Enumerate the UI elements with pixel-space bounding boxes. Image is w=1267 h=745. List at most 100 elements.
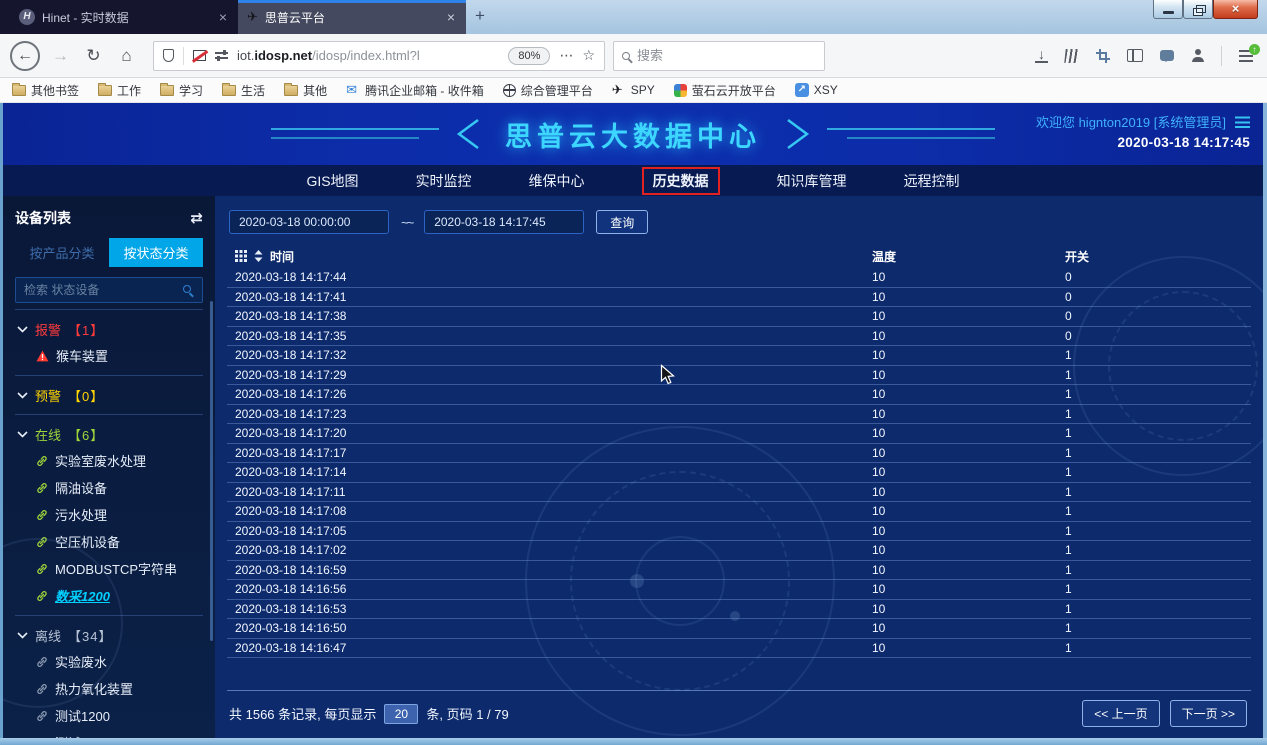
bookmark-item[interactable]: 腾讯企业邮箱 - 收件箱 (346, 82, 484, 99)
bookmark-item[interactable]: 学习 (160, 82, 203, 99)
device-tree-row[interactable]: 离线 【34】 (15, 615, 203, 648)
cell-temperature: 10 (872, 407, 1065, 421)
sidebar-tab[interactable]: 按状态分类 (109, 238, 203, 267)
tab-favicon (19, 9, 35, 25)
table-row: 2020-03-18 14:17:44 10 0 (227, 268, 1251, 288)
cell-temperature: 10 (872, 270, 1065, 284)
tab-close-icon[interactable]: × (445, 9, 457, 25)
device-tree-row[interactable]: 报警 【1】 (15, 309, 203, 342)
cell-switch: 0 (1065, 270, 1251, 284)
grid-view-icon[interactable] (235, 250, 247, 262)
device-tree-row[interactable]: 实验室废水处理 (15, 447, 203, 474)
search-input[interactable] (637, 48, 816, 63)
device-tree-row[interactable]: 隔油设备 (15, 474, 203, 501)
menu-icon[interactable] (1239, 50, 1253, 62)
device-tree-row[interactable]: 预警 【0】 (15, 375, 203, 408)
forward-button[interactable]: → (48, 46, 73, 66)
bookmark-star-icon[interactable]: ☆ (582, 47, 595, 64)
link-icon (36, 536, 48, 548)
sort-icon[interactable] (254, 250, 263, 262)
device-label: 测试1200 (55, 706, 110, 725)
bookmark-item[interactable]: 生活 (222, 82, 265, 99)
query-button[interactable]: 查询 (596, 210, 648, 234)
next-page-button[interactable]: 下一页 >> (1170, 700, 1247, 727)
search-icon[interactable] (183, 285, 191, 293)
browser-tab[interactable]: 思普云平台 × (238, 0, 466, 34)
bookmark-label: 工作 (117, 82, 141, 99)
sidebars-icon[interactable] (1127, 49, 1143, 62)
reload-button[interactable]: ↻ (81, 46, 106, 66)
table-row: 2020-03-18 14:17:29 10 1 (227, 366, 1251, 386)
device-tree-row[interactable]: 测试1200 (15, 702, 203, 729)
minimize-button[interactable] (1153, 0, 1183, 19)
bookmark-item[interactable]: XSY (795, 83, 838, 97)
tracking-shield-icon[interactable] (163, 49, 174, 62)
column-label-time: 时间 (270, 248, 294, 265)
zoom-level-badge[interactable]: 80% (508, 47, 550, 65)
nav-tab[interactable]: 历史数据 (642, 167, 720, 195)
page-actions-icon[interactable]: ⋯ (559, 47, 573, 64)
nav-tab[interactable]: GIS地图 (306, 171, 358, 191)
cell-temperature: 10 (872, 563, 1065, 577)
device-tree-row[interactable]: 数采1200 (15, 582, 203, 609)
bookmark-label: XSY (814, 83, 838, 97)
sidebar-scrollbar[interactable] (210, 301, 213, 641)
permissions-icon[interactable] (215, 50, 228, 61)
nav-tab[interactable]: 远程控制 (904, 171, 960, 191)
nav-tab[interactable]: 维保中心 (529, 171, 585, 191)
bookmark-item[interactable]: 其他书签 (12, 82, 79, 99)
device-tree-row[interactable]: 猴车装置 (15, 342, 203, 369)
restore-button[interactable] (1183, 0, 1213, 19)
search-bar[interactable] (613, 41, 825, 71)
sidebar-tab[interactable]: 按产品分类 (15, 238, 109, 267)
device-tree-row[interactable]: MODBUSTCP字符串 (15, 555, 203, 582)
back-button[interactable]: ← (10, 41, 40, 71)
device-label: MODBUSTCP字符串 (55, 559, 177, 578)
bookmark-item[interactable]: 工作 (98, 82, 141, 99)
home-button[interactable]: ⌂ (114, 46, 139, 66)
screenshot-icon[interactable] (1096, 49, 1110, 63)
link-icon (36, 482, 48, 494)
device-tree-row[interactable]: 热力氧化装置 (15, 675, 203, 702)
bookmark-item[interactable]: 综合管理平台 (503, 82, 593, 99)
toolbar-icons: ↓ (1035, 46, 1257, 66)
device-tree-row[interactable]: 污水处理 (15, 501, 203, 528)
cell-temperature: 10 (872, 504, 1065, 518)
prev-page-button[interactable]: << 上一页 (1082, 700, 1159, 727)
cell-time: 2020-03-18 14:17:32 (227, 348, 872, 362)
cell-switch: 1 (1065, 387, 1251, 401)
device-tree-row[interactable]: 测试200 (15, 729, 203, 738)
device-search-input[interactable] (15, 277, 203, 303)
device-tree-row[interactable]: 实验废水 (15, 648, 203, 675)
end-datetime-input[interactable] (424, 210, 584, 234)
library-icon[interactable] (1064, 49, 1079, 63)
device-tree-row[interactable]: 空压机设备 (15, 528, 203, 555)
downloads-icon[interactable]: ↓ (1035, 48, 1048, 63)
nav-tab[interactable]: 知识库管理 (777, 171, 847, 191)
browser-tab[interactable]: Hinet - 实时数据 × (10, 0, 238, 34)
page-title: 思普云大数据中心 (505, 115, 761, 154)
account-icon[interactable] (1191, 49, 1204, 62)
app-nav: GIS地图 实时监控 维保中心 历史数据 知识库管理 远程控制 (3, 165, 1263, 196)
url-bar[interactable]: iot.idosp.net/idosp/index.html?l 80% ⋯ ☆ (153, 41, 605, 71)
device-label: 实验废水 (55, 652, 107, 671)
bookmark-item[interactable]: SPY (612, 83, 655, 97)
insecure-connection-icon[interactable] (193, 50, 206, 61)
close-window-button[interactable]: × (1213, 0, 1258, 19)
list-menu-icon[interactable] (1235, 116, 1250, 128)
cell-time: 2020-03-18 14:16:59 (227, 563, 872, 577)
start-datetime-input[interactable] (229, 210, 389, 234)
nav-tab[interactable]: 实时监控 (416, 171, 472, 191)
chat-icon[interactable] (1160, 50, 1174, 61)
bookmark-icon (160, 85, 174, 96)
tab-close-icon[interactable]: × (217, 9, 229, 25)
page-size-input[interactable] (384, 704, 418, 724)
swap-icon[interactable]: ⇄ (190, 209, 203, 227)
new-tab-button[interactable]: + (466, 0, 494, 34)
table-body: 2020-03-18 14:17:44 10 0 2020-03-18 14:1… (227, 268, 1251, 658)
device-tree-row[interactable]: 在线 【6】 (15, 414, 203, 447)
bookmark-item[interactable]: 萤石云开放平台 (674, 82, 776, 99)
header-decoration-left (271, 117, 483, 151)
bookmark-item[interactable]: 其他 (284, 82, 327, 99)
cell-switch: 0 (1065, 290, 1251, 304)
